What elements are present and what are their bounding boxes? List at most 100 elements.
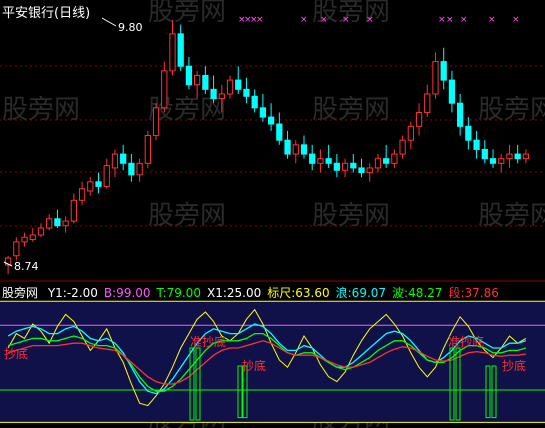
candle-body [210,88,217,100]
indicator-band [0,301,545,423]
indicator-value: Y1:-2.00 [47,286,98,300]
candle-body [152,107,160,137]
candle-body [424,93,431,113]
candle-body [391,153,398,164]
candle-body [177,33,184,67]
candle-body [13,241,20,257]
candle-body [95,181,102,187]
top-marker: × [446,15,454,25]
indicator-value: B:99.00 [103,286,151,300]
candle-body [202,74,209,90]
candle-body [465,125,472,141]
candle-body [54,218,61,227]
candle-body [62,220,69,227]
candle-body [300,144,308,155]
indicator-value: 波:48.27 [392,286,443,300]
price-high-label: 9.80 [118,21,143,34]
top-marker: × [366,15,374,25]
candle-body [243,88,250,97]
candle-body [29,234,36,241]
candle-body [259,107,267,118]
candle-body [374,158,382,169]
watermark-text: 股旁网 [148,201,226,231]
candle-body [103,165,110,187]
indicator-panel: 抄底 准抄底抄底 准抄底抄底 [0,300,545,423]
candle-body [128,162,135,176]
candle-body [194,74,201,86]
indicator-value: X1:25.00 [206,286,262,300]
candle-body [407,125,414,141]
candle-body [226,79,234,95]
price-high-pointer [101,17,117,27]
candle-body [383,158,390,164]
chart-canvas: 股旁网股旁网股旁网股旁网股旁网股旁网股旁网股旁网股旁网股旁网股旁网股旁网股旁网股… [0,0,545,428]
indicator-value: 标尺:63.60 [267,286,330,300]
candle-body [111,153,119,169]
top-marker: × [488,15,496,25]
indicator-value: T:79.00 [156,286,201,300]
candle-body [37,227,45,236]
indicator-value: 浪:69.07 [335,286,387,300]
candle-body [350,162,357,169]
candle-body [358,167,365,174]
candle-body [432,61,439,95]
candle-body [161,70,168,109]
indicator-values: Y1:-2.00 B:99.00 T:79.00 X1:25.00 标尺:63.60 浪:… [48,286,505,300]
candle-body [457,102,464,127]
candle-body [514,153,521,160]
candle-body [144,135,151,164]
candle-body [498,158,505,164]
candle-body [473,139,480,150]
candle-body [489,158,497,164]
signal-annotation: 抄底 [242,358,266,373]
indicator-legend: 股旁网 Y1:-2.00 B:99.00 T:79.00 X1:25.00 标尺:63.… [2,284,511,301]
candle-body [415,111,423,127]
candle-body [169,33,176,72]
candle-body [284,139,291,155]
candle-body [440,61,447,81]
candle-body [341,162,349,171]
candle-body [136,162,143,176]
candle-body [46,218,53,229]
top-marker: × [300,15,308,25]
candle-body [235,79,242,90]
candle-body [448,79,456,104]
indicator-value: 段:37.86 [448,286,499,300]
candle-body [325,158,332,164]
top-marker: × [320,15,328,25]
candle-body [366,167,373,174]
candle-body [399,139,406,155]
candle-body [120,153,127,164]
price-low-label: 8.74 [14,260,39,273]
signal-annotation: 准抄底 [190,334,226,349]
watermark-text: 股旁网 [148,0,226,27]
top-marker: × [256,15,264,25]
candle-body [506,153,513,160]
candle-body [87,181,94,192]
candle-body [317,158,324,164]
candle-body [251,95,258,109]
top-marker: × [342,15,350,25]
candle-body [78,188,86,201]
candle-body [70,199,77,222]
watermark-text: 股旁网 [148,95,226,125]
candle-body [309,153,316,164]
indicator-name: 股旁网 [2,286,39,300]
candle-body [276,123,283,141]
candle-body [522,153,530,160]
top-marker: × [438,15,446,25]
candle-body [218,93,225,100]
candle-body [481,148,488,160]
signal-annotation: 准抄底 [448,334,484,349]
candle-body [292,144,299,155]
signal-annotation: 抄底 [4,346,28,361]
signal-annotation: 抄底 [502,358,526,373]
top-marker: × [460,15,468,25]
chart-title: 平安银行(日线) [2,6,91,21]
candle-body [267,116,275,125]
candle-body [21,236,28,243]
candle-body [185,65,193,86]
top-marker: × [512,15,520,25]
candle-body [333,162,340,171]
candles [4,20,530,275]
